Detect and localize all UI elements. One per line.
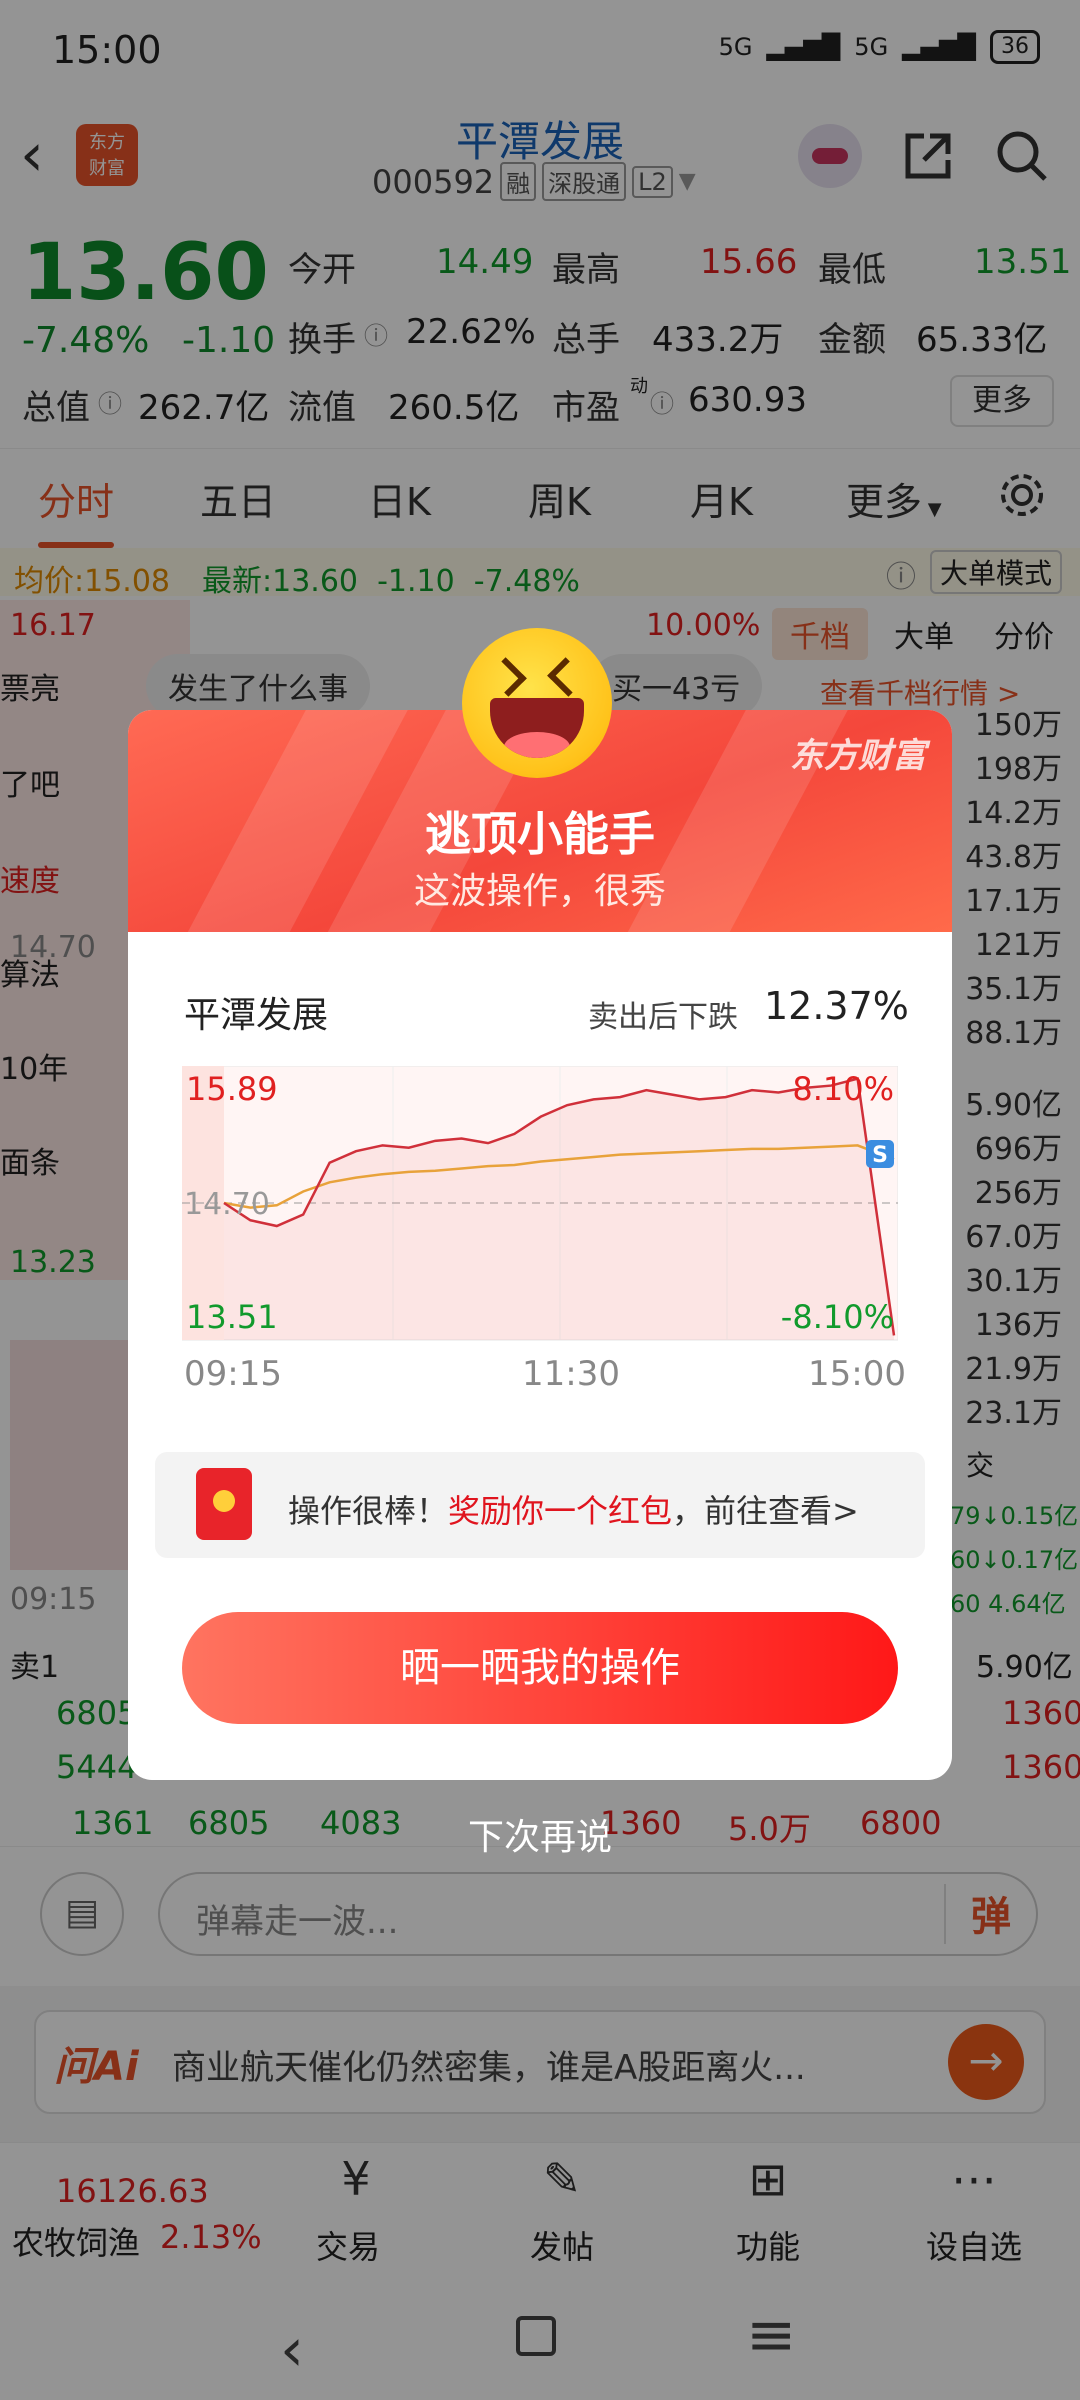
sell-marker-letter: S — [872, 1143, 888, 1168]
modal-subtitle: 这波操作，很秀 — [413, 871, 666, 912]
x-tick-start: 09:15 — [184, 1354, 282, 1394]
dismiss-link[interactable]: 下次再说 — [0, 1808, 1080, 1860]
share-operation-button[interactable]: 晒一晒我的操作 — [182, 1612, 898, 1724]
drop-label: 卖出后下跌 — [588, 1000, 738, 1035]
mini-intraday-chart: 15.89 14.70 13.51 8.10% -8.10% S — [182, 1066, 898, 1341]
y-label-top: 15.89 — [186, 1070, 278, 1108]
brand-watermark: 东方财富 — [790, 736, 926, 776]
drop-value: 12.37% — [764, 984, 909, 1028]
red-envelope-icon — [196, 1468, 252, 1540]
y-label-mid: 14.70 — [184, 1187, 270, 1222]
y-pct-bottom: -8.10% — [781, 1298, 894, 1336]
y-pct-top: 8.10% — [792, 1070, 894, 1108]
app-root: { "status":{"time":"15:00","signal1":"5G… — [0, 0, 1080, 2400]
x-tick-end: 15:00 — [808, 1354, 906, 1394]
modal-title: 逃顶小能手 — [425, 807, 655, 861]
modal-stock-name: 平潭发展 — [184, 995, 329, 1036]
laughing-emoji-icon — [462, 628, 612, 778]
x-tick-mid: 11:30 — [522, 1354, 620, 1394]
y-label-bottom: 13.51 — [186, 1298, 278, 1336]
reward-text: 操作很棒！奖励你一个红包，前往查看> — [288, 1492, 859, 1530]
